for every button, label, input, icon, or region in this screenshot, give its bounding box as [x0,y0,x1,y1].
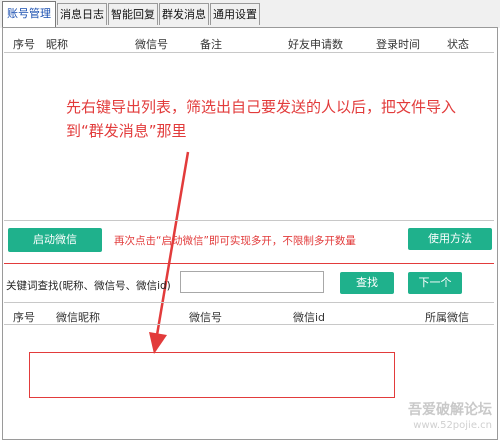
start-wechat-button[interactable]: 启动微信 [8,228,102,252]
col-owner-wechat[interactable]: 所属微信 [425,309,469,325]
watermark-title: 吾爱破解论坛 [408,402,492,418]
list-bottom-divider [4,220,494,221]
col-wechat-nickname[interactable]: 微信昵称 [56,309,100,325]
annotation-multi-open: 再次点击“启动微信”即可实现多开，不限制多开数量 [114,235,356,247]
col-wechat-uid[interactable]: 微信id [293,309,325,325]
col-wechat-number[interactable]: 微信号 [189,309,222,325]
watermark-url: www.52pojie.cn [413,420,492,431]
search-input[interactable] [180,271,324,293]
help-button[interactable]: 使用方法 [408,228,492,250]
search-label: 关键词查找(昵称、微信号、微信id) [6,280,171,292]
search-divider [4,302,494,303]
col-index-2[interactable]: 序号 [13,309,35,325]
red-divider [4,263,494,264]
watermark: 吾爱破解论坛 www.52pojie.cn [408,402,492,434]
next-button[interactable]: 下一个 [408,272,462,294]
red-highlight-box [29,352,395,398]
bottom-header-divider [4,324,494,325]
find-button[interactable]: 查找 [340,272,394,294]
